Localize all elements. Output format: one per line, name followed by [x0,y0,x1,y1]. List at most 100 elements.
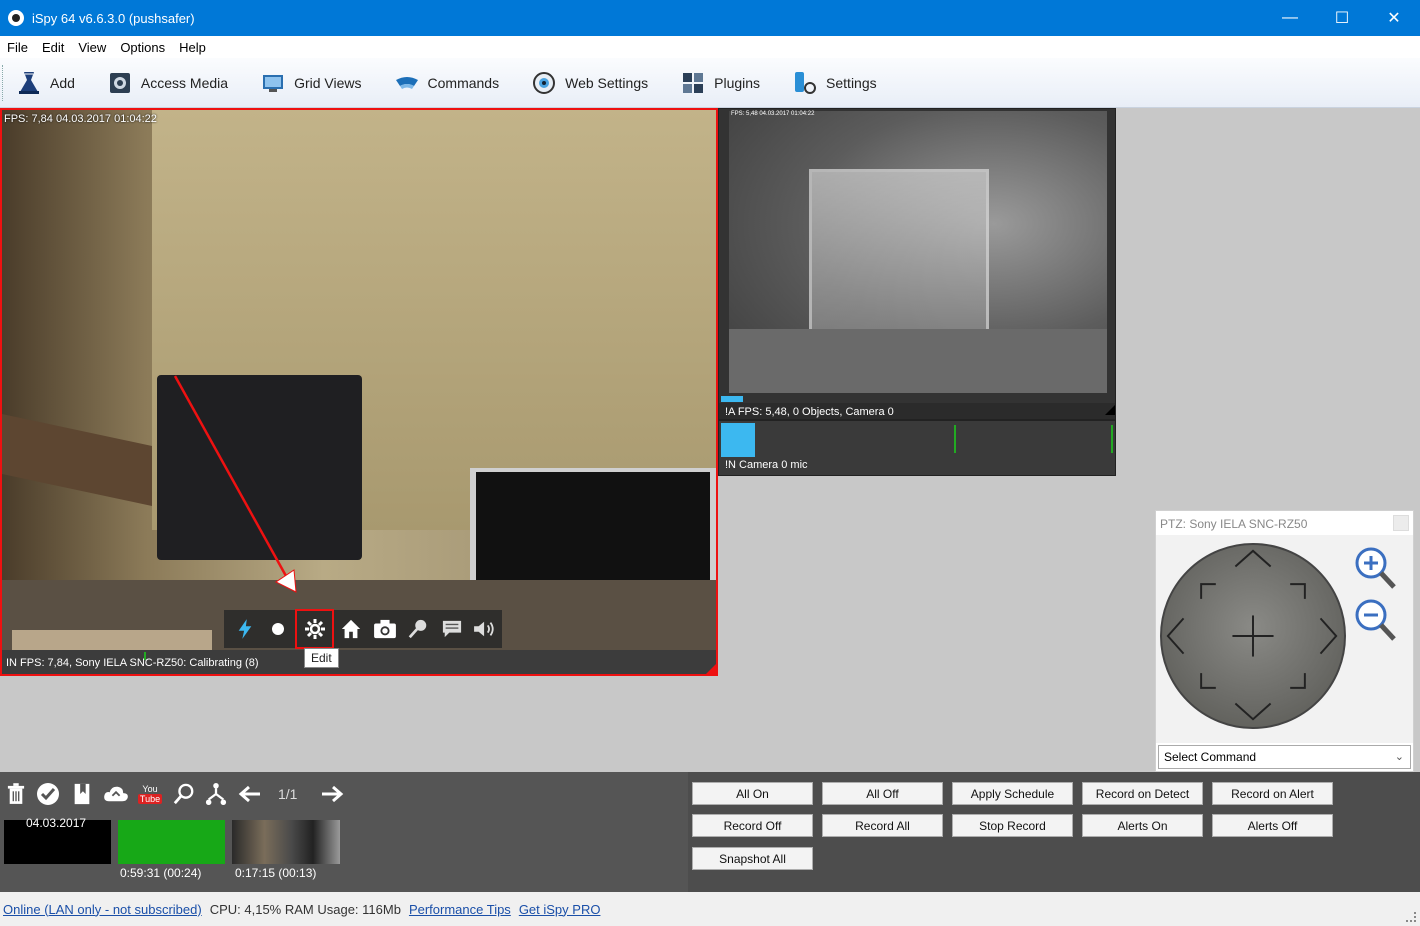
media-browser: You Tube 1/1 04.03.2017 0:59:31 (00:24) … [0,772,688,892]
resize-corner[interactable] [1105,405,1115,415]
camera-workspace: FPS: 7,84 04.03.2017 01:04:22 IN FPS: 7,… [0,108,1420,772]
access-media-label: Access Media [140,74,229,91]
camera-2-status: !A FPS: 5,48, 0 Objects, Camera 0 [719,403,1115,419]
microphone-view[interactable]: !N Camera 0 mic [718,420,1116,476]
next-arrow-icon[interactable] [318,780,346,808]
alerts-off-button[interactable]: Alerts Off [1212,814,1333,837]
performance-tips-link[interactable]: Performance Tips [409,902,511,917]
zoom-in-icon[interactable] [1352,545,1398,591]
plugins-label: Plugins [714,74,761,91]
camera-1-status-text: IN FPS: 7,84, Sony IELA SNC-RZ50: Calibr… [6,657,259,669]
stop-record-button[interactable]: Stop Record [952,814,1073,837]
delete-icon[interactable] [2,780,30,808]
prev-arrow-icon[interactable] [236,780,264,808]
plugins-icon [683,72,704,93]
ptz-title: PTZ: Sony IELA SNC-RZ50 [1160,517,1308,531]
ptz-command-select[interactable]: Select Command ⌄ [1158,745,1411,769]
settings-button[interactable]: Settings [782,63,887,103]
record-icon[interactable] [262,610,296,648]
ptz-direction-icons [1166,549,1338,721]
mic-threshold-tick [954,425,956,453]
get-ispy-pro-link[interactable]: Get iSpy PRO [519,902,601,917]
add-button[interactable]: Add [6,63,85,103]
online-status-link[interactable]: Online (LAN only - not subscribed) [3,902,202,917]
thumbnail-2[interactable] [118,820,225,864]
talk-icon[interactable] [401,610,435,648]
camera-1-view[interactable]: FPS: 7,84 04.03.2017 01:04:22 IN FPS: 7,… [0,108,718,676]
camera-2-view[interactable]: FPS: 5,48 04.03.2017 01:04:22 !A FPS: 5,… [718,108,1116,420]
merge-icon[interactable] [202,780,230,808]
maximize-button[interactable]: ☐ [1316,0,1368,36]
settings-label: Settings [826,74,877,91]
youtube-tube: Tube [137,794,163,804]
thumbnail-3-label: 0:17:15 (00:13) [235,866,317,880]
level-tick [144,652,146,660]
record-all-button[interactable]: Record All [822,814,943,837]
apply-schedule-button[interactable]: Apply Schedule [952,782,1073,805]
grid-views-button[interactable]: Grid Views [250,63,371,103]
web-settings-button[interactable]: Web Settings [521,63,658,103]
close-button[interactable]: ✕ [1368,0,1420,36]
media-icon [109,72,130,93]
menu-edit[interactable]: Edit [35,40,71,55]
camera-1-overlay: FPS: 7,84 04.03.2017 01:04:22 [4,113,157,125]
menu-file[interactable]: File [0,40,35,55]
commands-panel: All On All Off Apply Schedule Record on … [688,772,1420,892]
alerts-on-button[interactable]: Alerts On [1082,814,1203,837]
camera-1-status: IN FPS: 7,84, Sony IELA SNC-RZ50: Calibr… [2,650,716,674]
thumbnail-date: 04.03.2017 [26,816,87,830]
menu-options[interactable]: Options [113,40,172,55]
main-toolbar: Add Access Media Grid Views Commands Web… [0,58,1420,108]
camera-2-overlay: FPS: 5,48 04.03.2017 01:04:22 [731,111,815,117]
scene-shelf [2,414,152,506]
settings-icon [795,71,817,94]
record-on-detect-button[interactable]: Record on Detect [1082,782,1203,805]
mic-level-bar [721,423,755,457]
ptz-body [1156,535,1413,743]
all-on-button[interactable]: All On [692,782,813,805]
ptz-close-button[interactable] [1393,515,1409,531]
camera-2-level [721,396,743,402]
title-bar: iSpy 64 v6.6.3.0 (pushsafer) — ☐ ✕ [0,0,1420,36]
bookmark-icon[interactable] [68,780,96,808]
ptz-joystick[interactable] [1160,543,1346,729]
record-off-button[interactable]: Record Off [692,814,813,837]
camera-1-image [2,110,716,674]
thumbnail-1[interactable]: 04.03.2017 [4,816,111,864]
usage-text: CPU: 4,15% RAM Usage: 116Mb [209,901,401,917]
snapshot-icon[interactable] [368,610,402,648]
youtube-icon[interactable]: You Tube [136,780,164,808]
web-settings-icon [533,71,556,94]
commands-button[interactable]: Commands [384,63,510,103]
upload-cloud-icon[interactable] [102,780,130,808]
minimize-button[interactable]: — [1264,0,1316,36]
ispy-app-icon [8,10,24,26]
resize-grip-icon[interactable] [1406,912,1416,922]
record-on-alert-button[interactable]: Record on Alert [1212,782,1333,805]
speaker-icon[interactable] [468,610,502,648]
commands-icon [395,76,418,89]
check-icon[interactable] [34,780,62,808]
scene-floor [729,329,1107,393]
resize-corner[interactable] [706,664,716,674]
ptz-panel: PTZ: Sony IELA SNC-RZ50 Select Command ⌄ [1155,510,1414,772]
plugins-button[interactable]: Plugins [670,63,770,103]
scene-toy-shelf [809,169,989,349]
access-media-button[interactable]: Access Media [97,63,238,103]
add-camera-icon [19,71,39,94]
all-off-button[interactable]: All Off [822,782,943,805]
message-icon[interactable] [435,610,469,648]
edit-gear-icon[interactable] [295,609,335,649]
page-indicator: 1/1 [278,786,298,802]
search-icon[interactable] [170,780,198,808]
menu-view[interactable]: View [71,40,113,55]
menu-help[interactable]: Help [172,40,213,55]
home-icon[interactable] [334,610,368,648]
ptz-command-value: Select Command [1164,750,1257,764]
lightning-icon[interactable] [228,610,262,648]
camera-1-controls [224,609,502,649]
zoom-out-icon[interactable] [1352,597,1398,643]
bottom-panel: You Tube 1/1 04.03.2017 0:59:31 (00:24) … [0,772,1420,892]
thumbnail-3[interactable] [232,820,340,864]
snapshot-all-button[interactable]: Snapshot All [692,847,813,870]
